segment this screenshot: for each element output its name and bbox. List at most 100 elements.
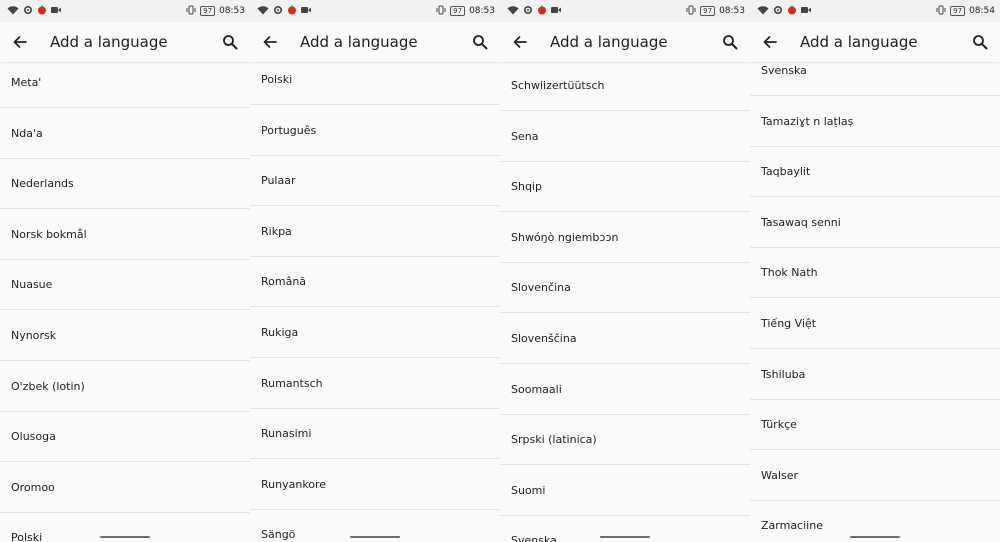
arrow-back-icon	[763, 36, 777, 48]
language-name: Tshiluba	[761, 367, 806, 381]
language-list-item[interactable]: Oromoo	[0, 463, 250, 513]
search-button[interactable]	[970, 32, 990, 52]
wifi-icon	[757, 5, 769, 18]
gesture-nav-handle[interactable]	[100, 536, 150, 538]
search-button[interactable]	[720, 32, 740, 52]
back-button[interactable]	[10, 32, 30, 52]
language-list-item[interactable]: Tasawaq senni	[750, 198, 1000, 248]
video-camera-icon	[51, 6, 61, 17]
language-list-item[interactable]: Nederlands	[0, 159, 250, 210]
search-icon	[723, 35, 738, 50]
language-name: Taqbaylit	[761, 165, 811, 179]
app-bar-title: Add a language	[50, 33, 168, 51]
vibrate-icon	[936, 5, 946, 18]
back-button[interactable]	[260, 32, 280, 52]
status-time: 08:53	[469, 6, 495, 16]
gesture-nav-handle[interactable]	[600, 536, 650, 538]
language-list-item[interactable]: Norsk bokmål	[0, 210, 250, 260]
language-list-item[interactable]: Schwiizertüütsch	[500, 61, 750, 111]
language-list-item[interactable]: Nynorsk	[0, 311, 250, 361]
language-name: Tiếng Việt	[761, 317, 817, 330]
status-right: 97 08:54	[936, 5, 995, 17]
language-list-item[interactable]: Srpski (latinica)	[500, 415, 750, 466]
language-list-item[interactable]: Slovenčina	[500, 263, 750, 314]
status-bar: 97 08:53	[0, 0, 250, 22]
language-list-item[interactable]: Tiếng Việt	[750, 299, 1000, 349]
language-name: Suomi	[511, 483, 546, 497]
language-list-item[interactable]: Olusoga	[0, 412, 250, 463]
back-button[interactable]	[760, 32, 780, 52]
status-bar: 97 08:53	[500, 0, 750, 22]
app-bar: Add a language	[500, 22, 750, 62]
language-list-item[interactable]: Română	[250, 257, 500, 308]
language-list-item[interactable]: Thok Nath	[750, 248, 1000, 299]
language-picker-screen: 97 08:54 Add a language Svenska Tamaziɣt …	[750, 0, 1000, 542]
status-time: 08:53	[719, 6, 745, 16]
language-list-item[interactable]: O'zbek (lotin)	[0, 362, 250, 412]
language-name: Soomaali	[511, 382, 562, 396]
language-name: Pulaar	[261, 174, 296, 188]
language-list-item[interactable]: Walser	[750, 451, 1000, 501]
search-button[interactable]	[220, 32, 240, 52]
language-list-item[interactable]: Shwóŋò ngiembɔɔn	[500, 213, 750, 263]
language-list-item[interactable]: Runasimi	[250, 409, 500, 460]
gesture-nav-handle[interactable]	[850, 536, 900, 538]
gesture-nav-handle[interactable]	[350, 536, 400, 538]
app-bar-title: Add a language	[800, 33, 918, 51]
language-list-item[interactable]: Soomaali	[500, 365, 750, 415]
language-list-item[interactable]: Shqip	[500, 162, 750, 213]
language-list-item[interactable]: Rumantsch	[250, 359, 500, 409]
language-name: Runasimi	[261, 427, 312, 441]
language-name: Runyankore	[261, 477, 327, 491]
language-name: Română	[261, 275, 307, 289]
language-list-item[interactable]: Português	[250, 106, 500, 156]
app-bar: Add a language	[750, 22, 1000, 62]
language-picker-screen: 97 08:53 Add a language Meta' Nda'a Nederl…	[0, 0, 250, 542]
language-list-item[interactable]: Polski	[250, 55, 500, 105]
back-button[interactable]	[510, 32, 530, 52]
language-list-item[interactable]: Rikpa	[250, 207, 500, 257]
language-list-item[interactable]: Tamaziɣt n laṭlaṣ	[750, 97, 1000, 147]
language-list-item[interactable]: Türkçe	[750, 400, 1000, 451]
language-list-item[interactable]: Pulaar	[250, 156, 500, 207]
search-icon	[223, 35, 238, 50]
language-list-item[interactable]: Suomi	[500, 466, 750, 516]
status-right: 97 08:53	[686, 5, 745, 17]
language-name: Nuasue	[11, 278, 53, 292]
vibrate-icon	[686, 5, 696, 18]
language-list-item[interactable]: Meta'	[0, 58, 250, 108]
language-list-item[interactable]: Slovenščina	[500, 314, 750, 364]
language-list-item[interactable]: Nuasue	[0, 260, 250, 311]
status-right: 97 08:53	[436, 5, 495, 17]
language-picker-screen: 97 08:53 Add a language Schwiizertüütsch…	[500, 0, 750, 542]
battery-indicator: 97	[950, 6, 966, 16]
language-list-item[interactable]: Rukiga	[250, 308, 500, 358]
language-name: Thok Nath	[761, 266, 818, 280]
language-list-item[interactable]: Runyankore	[250, 460, 500, 510]
search-icon	[473, 35, 488, 50]
language-name: Polski	[261, 73, 293, 86]
status-right: 97 08:53	[186, 5, 245, 17]
language-list-item[interactable]: Sena	[500, 112, 750, 162]
video-camera-icon	[551, 6, 561, 17]
settings-gear-icon	[273, 5, 283, 18]
vibrate-icon	[436, 5, 446, 18]
language-name: Srpski (latinica)	[511, 433, 597, 447]
language-name: Türkçe	[761, 418, 797, 432]
language-name: Tasawaq senni	[761, 215, 841, 229]
settings-gear-icon	[23, 5, 33, 18]
language-list-item[interactable]: Svenska	[500, 516, 750, 542]
language-list-item[interactable]: Tshiluba	[750, 350, 1000, 400]
status-left	[757, 5, 811, 17]
language-list-item[interactable]: Taqbaylit	[750, 147, 1000, 198]
language-list-item[interactable]: Nda'a	[0, 109, 250, 159]
language-name: Rikpa	[261, 224, 292, 238]
language-name: Português	[261, 123, 317, 137]
language-name: Svenska	[511, 534, 557, 542]
video-camera-icon	[801, 6, 811, 17]
app-notification-icon	[287, 5, 297, 18]
arrow-back-icon	[513, 36, 527, 48]
video-camera-icon	[301, 6, 311, 17]
search-button[interactable]	[470, 32, 490, 52]
app-bar-title: Add a language	[300, 33, 418, 51]
